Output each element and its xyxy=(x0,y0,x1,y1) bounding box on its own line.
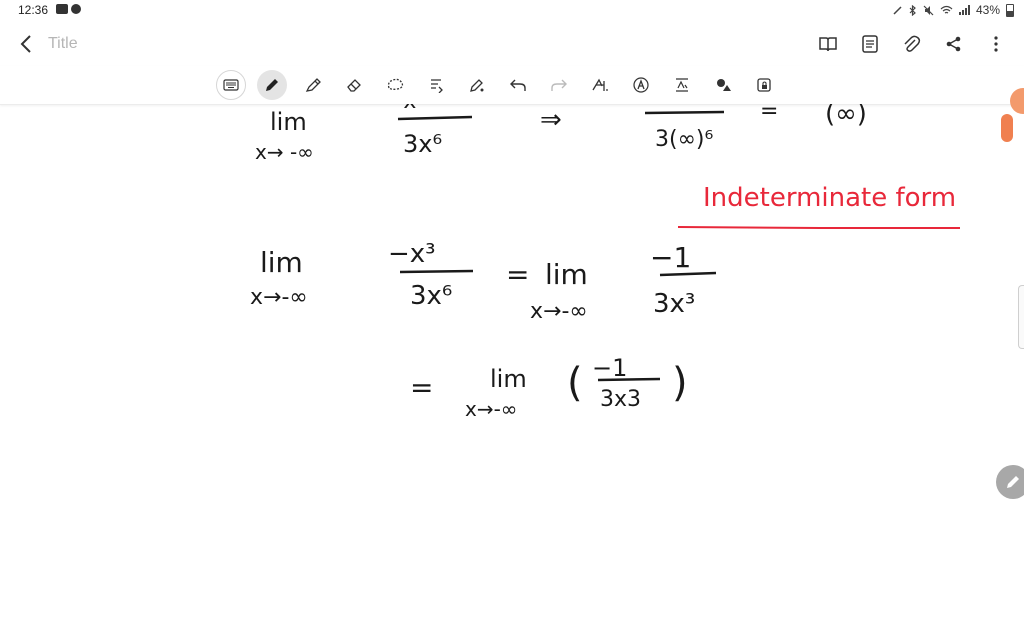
share-button[interactable] xyxy=(940,32,968,56)
pen-tool[interactable] xyxy=(257,70,287,100)
row1-sub: x→ -∞ xyxy=(255,140,314,164)
note-canvas[interactable]: lim x→ -∞ −x³ 3x⁶ ⇒ 3(∞)⁶ = (∞) Indeterm… xyxy=(0,104,1024,640)
text-straighten-tool[interactable] xyxy=(585,70,615,100)
row3-fraction-bar xyxy=(597,377,661,382)
shape-icon xyxy=(717,79,731,91)
row1-equals: = xyxy=(760,104,778,124)
indeterminate-form-note: Indeterminate form xyxy=(703,183,956,213)
eraser-icon xyxy=(347,79,361,92)
row1-fraction-top: −x³ xyxy=(385,104,425,114)
more-icon xyxy=(994,36,998,52)
book-icon xyxy=(819,37,837,52)
row1-result-bar xyxy=(644,110,725,115)
mute-icon xyxy=(923,5,934,15)
row1-result-bottom: 3(∞)⁶ xyxy=(655,127,713,152)
message-icon xyxy=(71,4,81,14)
row3-lim: lim xyxy=(490,365,527,393)
attach-icon xyxy=(904,35,921,52)
battery-icon xyxy=(1006,3,1014,17)
lasso-icon xyxy=(387,78,404,90)
highlighter-icon xyxy=(305,78,321,92)
note-underline xyxy=(677,226,960,229)
convert-text-icon xyxy=(431,79,443,93)
row2-lim: lim xyxy=(260,246,303,279)
back-button[interactable] xyxy=(16,32,38,56)
row2-fraction-bar xyxy=(399,269,474,274)
lock-icon xyxy=(757,78,771,92)
reading-mode-button[interactable] xyxy=(814,32,842,56)
lock-tool[interactable] xyxy=(749,70,779,100)
keyboard-icon xyxy=(223,79,239,91)
convert-text-tool[interactable] xyxy=(421,70,451,100)
row3-denominator: 3x3 xyxy=(600,387,641,412)
lasso-tool[interactable] xyxy=(380,70,410,100)
text-size-tool[interactable] xyxy=(667,70,697,100)
text-recognize-icon xyxy=(862,35,878,53)
row1-lim: lim xyxy=(270,108,307,136)
undo-button[interactable] xyxy=(503,70,533,100)
row2-sub: x→-∞ xyxy=(250,285,308,310)
text-straighten-icon xyxy=(592,78,608,91)
redo-icon xyxy=(551,79,567,91)
row2-numerator2: −1 xyxy=(650,241,691,274)
row3-numerator: −1 xyxy=(592,354,627,382)
text-size-icon xyxy=(676,78,688,92)
pen-settings-tool[interactable] xyxy=(462,70,492,100)
signal-icon xyxy=(958,5,970,15)
row1-result: (∞) xyxy=(825,104,867,129)
text-recognize-button[interactable] xyxy=(856,32,884,56)
pen-settings-icon xyxy=(470,79,484,92)
row2-lim2: lim xyxy=(545,258,588,291)
title-bar: Title xyxy=(0,22,1024,66)
row2-denominator2: 3x³ xyxy=(653,289,695,319)
row3-close-paren: ) xyxy=(672,360,688,406)
row3-sub: x→-∞ xyxy=(465,397,517,421)
row2-denominator: 3x⁶ xyxy=(410,281,452,311)
row3-equals: = xyxy=(410,371,433,404)
row2-numerator: −x³ xyxy=(388,239,436,269)
note-title[interactable]: Title xyxy=(48,35,78,53)
row1-fraction-bottom: 3x⁶ xyxy=(403,130,442,158)
handwriting-layer: lim x→ -∞ −x³ 3x⁶ ⇒ 3(∞)⁶ = (∞) Indeterm… xyxy=(250,104,960,421)
text-style-tool[interactable] xyxy=(626,70,656,100)
chevron-left-icon xyxy=(20,35,31,53)
share-icon xyxy=(946,36,961,52)
pen-icon xyxy=(893,6,902,15)
row1-implies-arrow: ⇒ xyxy=(540,105,562,135)
scroll-handle[interactable] xyxy=(1001,114,1013,142)
row3-open-paren: ( xyxy=(567,360,583,406)
side-page-tab[interactable] xyxy=(1018,285,1024,349)
floating-pen-button[interactable] xyxy=(996,465,1024,499)
eraser-tool[interactable] xyxy=(339,70,369,100)
row2-sub2: x→-∞ xyxy=(530,299,588,324)
text-style-icon xyxy=(633,77,649,93)
keyboard-tool[interactable] xyxy=(216,70,246,100)
highlighter-tool[interactable] xyxy=(298,70,328,100)
redo-button[interactable] xyxy=(544,70,574,100)
video-icon xyxy=(56,4,68,14)
status-bar: 12:36 43% xyxy=(0,0,1024,22)
clock: 12:36 xyxy=(18,3,49,17)
shape-tool[interactable] xyxy=(708,70,738,100)
wifi-icon xyxy=(940,5,953,14)
more-options-button[interactable] xyxy=(982,32,1010,56)
undo-icon xyxy=(510,79,526,91)
row1-fraction-bar xyxy=(397,115,473,121)
attach-button[interactable] xyxy=(898,32,926,56)
pencil-icon xyxy=(1007,476,1019,488)
drawing-toolbar xyxy=(0,66,1024,105)
bluetooth-icon xyxy=(909,4,916,16)
battery-level: 43% xyxy=(975,3,1000,17)
row2-equals: = xyxy=(506,258,529,291)
pen-icon xyxy=(266,79,278,91)
